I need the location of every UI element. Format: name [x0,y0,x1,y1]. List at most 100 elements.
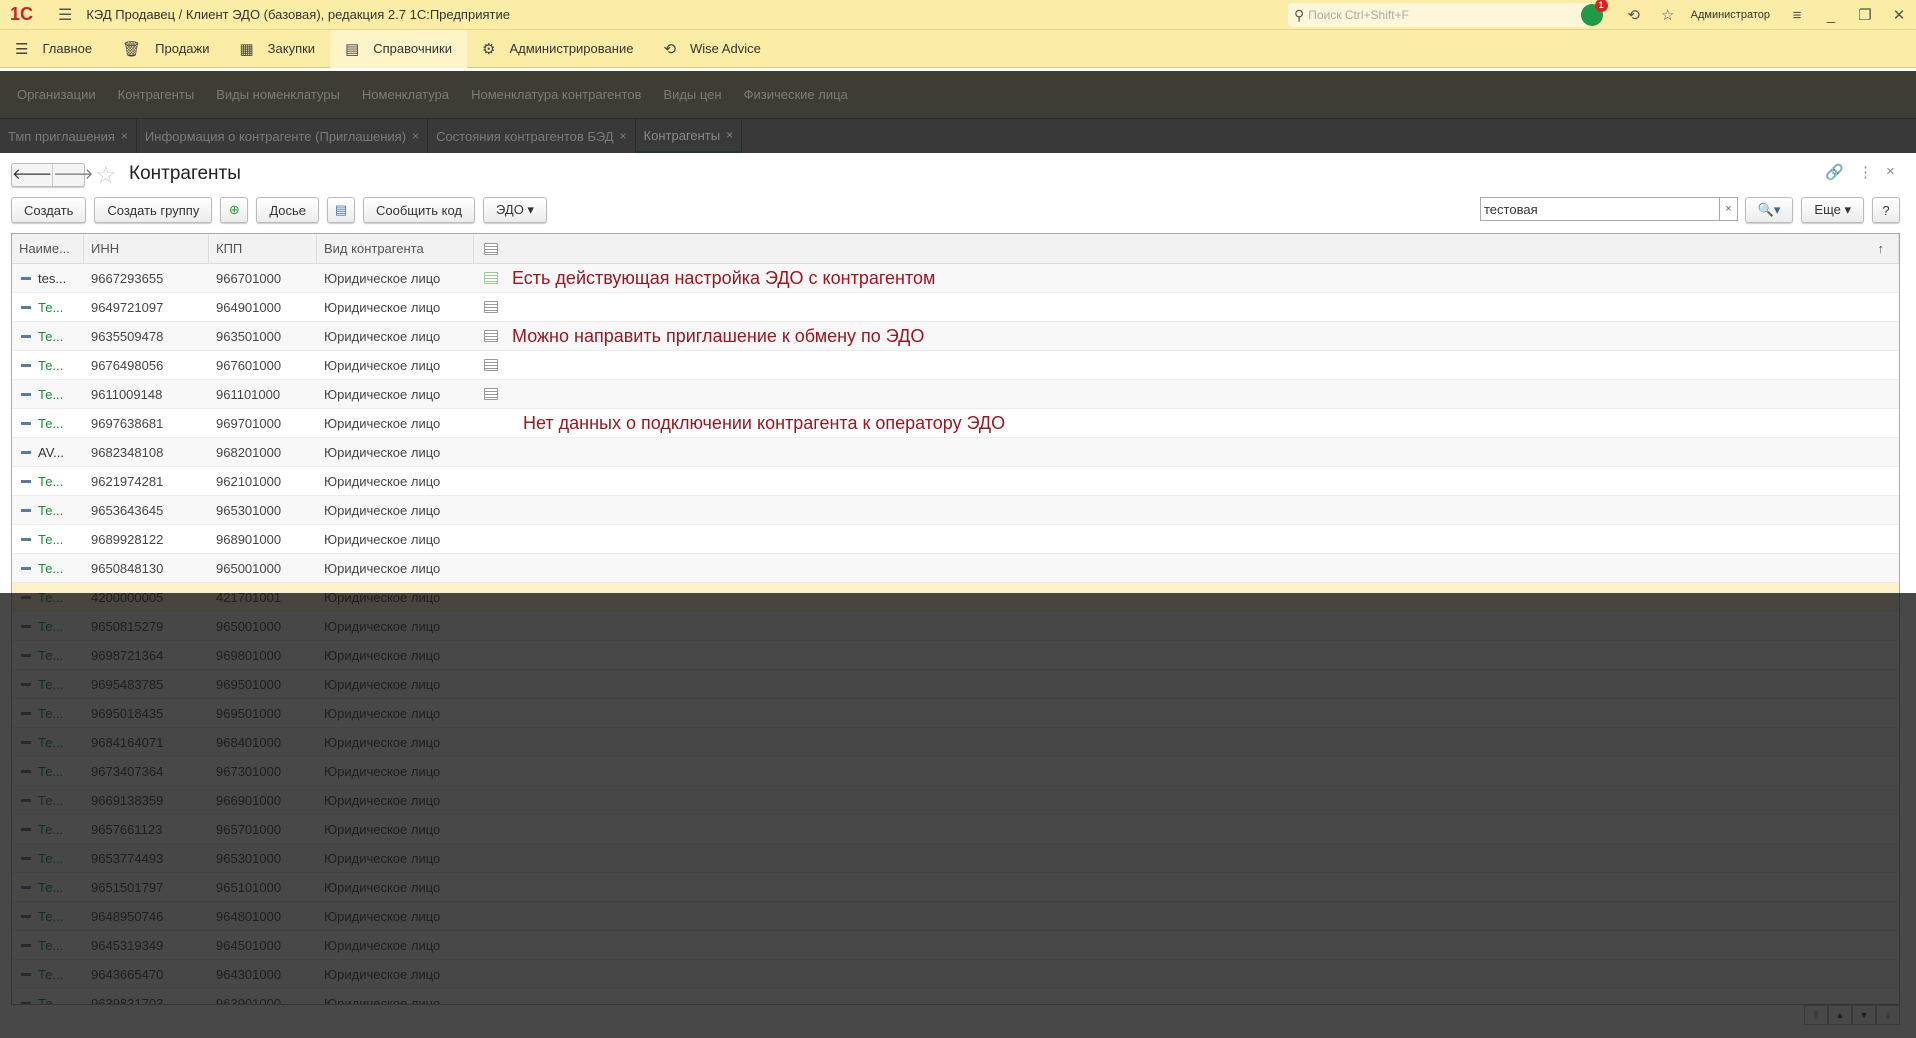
global-search-input[interactable]: ⚲ Поиск Ctrl+Shift+F [1288,3,1592,27]
section-icon: ▤ [345,40,360,58]
tab-0[interactable]: Тмп приглашения × [0,119,137,153]
table-row[interactable]: Те... 9649721097 964901000 Юридическое лицо [12,293,1899,322]
cell-name: Те... [12,322,84,350]
help-button[interactable]: ? [1872,197,1900,223]
item-icon [21,334,31,338]
cell-inn: 9697638681 [91,415,164,431]
search-input[interactable] [1481,198,1719,220]
create-group-button[interactable]: Создать группу [94,197,213,223]
close-tab-icon[interactable]: × [121,129,128,143]
section-3[interactable]: ▤ Справочники [330,29,468,68]
cell-inn: 9682348108 [91,444,164,460]
report-code-button[interactable]: Сообщить код [363,197,475,223]
table-row[interactable]: Те... 9635509478 963501000 Юридическое лицо… [12,322,1899,351]
section-label: Главное [42,41,93,56]
sort-arrow-icon[interactable]: ↑ [1878,241,1885,256]
panel-link[interactable]: Виды номенклатуры [205,87,351,102]
column-name[interactable]: Наиме... [12,234,84,263]
panel-link[interactable]: Виды цен [652,87,732,102]
navigation-panel: Организации Контрагенты Виды номенклатуры Н… [0,71,1916,118]
item-icon [21,566,31,570]
section-0[interactable]: ☰ Главное [0,30,107,68]
dossier-button[interactable]: Досье [256,197,320,223]
cell-inn: 9649721097 [91,299,164,315]
close-form-icon[interactable]: × [1886,163,1895,180]
favorite-star-icon[interactable]: ☆ [95,161,117,190]
more-button[interactable]: Еще ▾ [1801,197,1864,223]
column-edo[interactable]: ↑ [474,234,1899,263]
panel-link[interactable]: Организации [6,87,107,102]
edo-invite-icon[interactable] [484,388,498,400]
panel-link[interactable]: Физические лица [733,87,859,102]
tab-label: Контрагенты [643,127,721,143]
panel-link[interactable]: Номенклатура контрагентов [460,87,652,102]
clear-search-icon[interactable]: × [1719,198,1737,220]
panel-link[interactable]: Контрагенты [107,87,206,102]
minimize-button[interactable]: _ [1814,7,1848,24]
search-placeholder: Поиск Ctrl+Shift+F [1308,8,1409,22]
cell-edo [474,438,1899,466]
table-row[interactable]: Те... 9650848130 965001000 Юридическое лицо [12,554,1899,583]
panel-link[interactable]: Номенклатура [351,87,460,102]
close-tab-icon[interactable]: × [726,128,733,142]
history-icon[interactable]: ⟲ [1617,6,1651,24]
column-kind[interactable]: Вид контрагента [317,234,474,263]
contractor-name: Те... [38,357,64,373]
section-label: Закупки [267,41,316,56]
edo-menu-button[interactable]: ЭДО ▾ [482,197,547,223]
table-row[interactable]: Те... 9697638681 969701000 Юридическое лицо… [12,409,1899,438]
table-row[interactable]: Те... 9621974281 962101000 Юридическое лицо [12,467,1899,496]
edo-active-icon[interactable] [484,272,498,284]
section-4[interactable]: ⚙ Администрирование [467,30,648,68]
close-tab-icon[interactable]: × [412,129,419,143]
close-tab-icon[interactable]: × [620,129,627,143]
section-2[interactable]: ▦ Закупки [224,30,330,68]
edo-invite-icon[interactable] [484,359,498,371]
tab-label: Тмп приглашения [8,128,115,144]
section-5[interactable]: ⟲ Wise Advice [648,30,775,68]
column-kpp[interactable]: КПП [209,234,317,263]
more-options-icon[interactable]: ⋮ [1858,163,1873,181]
notifications-icon[interactable]: 1 [1580,0,1608,26]
contractor-name: AV... [38,444,65,460]
cell-inn: 9667293655 [91,270,164,286]
column-inn[interactable]: ИНН [84,234,209,263]
edo-invite-icon[interactable] [484,301,498,313]
history-nav: 🡐 🡒 [11,163,93,187]
tab-3[interactable]: Контрагенты × [635,119,743,153]
app-title: КЭД Продавец / Клиент ЭДО (базовая), ред… [86,7,510,22]
contractor-name: Те... [38,473,64,489]
close-window-button[interactable]: ✕ [1882,6,1916,24]
contractor-name: Те... [38,502,64,518]
create-copy-icon[interactable]: ⊕ [220,197,249,223]
favorites-star-icon[interactable]: ☆ [1651,6,1685,24]
forward-button[interactable]: 🡒 [52,164,93,186]
user-name[interactable]: Администратор [1691,9,1770,21]
form-toolbar: Создать Создать группу ⊕ Досье ▤ Сообщит… [11,197,547,223]
table-row[interactable]: Те... 9611009148 961101000 Юридическое лицо [12,380,1899,409]
cell-kind: Юридическое лицо [324,502,441,518]
table-row[interactable]: AV... 9682348108 968201000 Юридическое лицо [12,438,1899,467]
search-options-button[interactable]: 🔍▾ [1744,197,1794,223]
table-row[interactable]: Те... 9689928122 968901000 Юридическое лицо [12,525,1899,554]
table-row[interactable]: tes... 9667293655 966701000 Юридическое лиц… [12,264,1899,293]
search-field: × [1480,197,1738,221]
restore-button[interactable]: ❐ [1848,6,1882,24]
table-row[interactable]: Те... 9653643645 965301000 Юридическое лицо [12,496,1899,525]
page-title: Контрагенты [129,163,241,184]
tab-1[interactable]: Информация о контрагенте (Приглашения) × [137,119,429,153]
settings-menu-icon[interactable]: ≡ [1780,7,1814,24]
tab-2[interactable]: Состояния контрагентов БЭД × [428,119,636,153]
main-menu-icon[interactable]: ☰ [58,5,72,25]
cell-kind: Юридическое лицо [324,415,441,431]
edo-invite-icon[interactable] [484,330,498,342]
section-1[interactable]: 🗑 Продажи [107,30,224,68]
link-icon[interactable]: 🔗 [1825,163,1844,181]
report-icon[interactable]: ▤ [327,197,356,223]
table-row[interactable]: Те... 9676498056 967601000 Юридическое лицо [12,351,1899,380]
item-icon [21,450,31,454]
back-button[interactable]: 🡐 [12,164,52,186]
cell-kind: Юридическое лицо [324,357,441,373]
create-button[interactable]: Создать [11,197,87,223]
section-label: Wise Advice [690,41,761,56]
